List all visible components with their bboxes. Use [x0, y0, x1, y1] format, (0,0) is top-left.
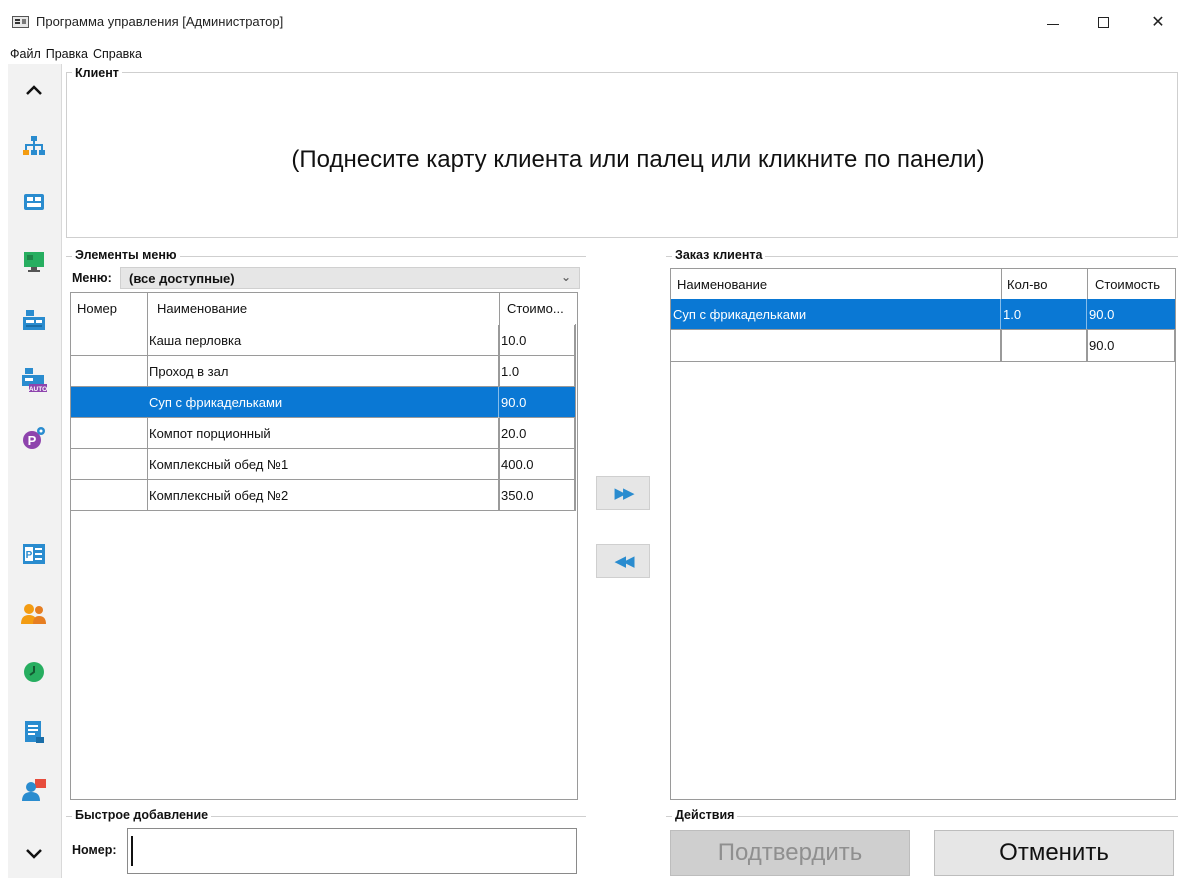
number-label: Номер:	[72, 843, 117, 857]
add-to-order-button[interactable]: ▶▶	[596, 476, 650, 510]
menu-select[interactable]: (все доступные) ⌄	[120, 267, 580, 289]
close-button[interactable]: ✕	[1135, 0, 1178, 44]
column-divider	[575, 324, 576, 511]
column-header-name[interactable]: Наименование	[671, 269, 1001, 300]
quick-add-label: Быстрое добавление	[72, 808, 212, 822]
table-cell-name[interactable]: Комплексный обед №2	[147, 480, 499, 511]
table-cell-name	[671, 330, 1001, 361]
column-header-name[interactable]: Наименование	[147, 293, 499, 324]
remove-from-order-button[interactable]: ◀◀	[596, 544, 650, 578]
column-divider	[1175, 299, 1176, 361]
actions-label: Действия	[672, 808, 738, 822]
users-icon[interactable]	[18, 598, 50, 630]
menu-select-value: (все доступные)	[129, 270, 235, 286]
table-cell-name[interactable]: Каша перловка	[147, 325, 499, 356]
table-cell-name[interactable]: Компот порционный	[147, 418, 499, 449]
close-icon: ✕	[1151, 14, 1165, 31]
table-cell-price[interactable]: 20.0	[499, 418, 575, 449]
table-cell-price[interactable]: 1.0	[499, 356, 575, 387]
auto-register-icon[interactable]: AUTO	[18, 364, 50, 396]
column-header-price[interactable]: Стоимо...	[499, 293, 577, 324]
clock-icon[interactable]	[18, 656, 50, 688]
confirm-button[interactable]: Подтвердить	[670, 830, 910, 876]
menu-select-row: Меню: (все доступные) ⌄	[70, 266, 580, 290]
order-table: Наименование Кол-во Стоимость Суп с фрик…	[670, 268, 1176, 800]
table-cell-name[interactable]: Проход в зал	[147, 356, 499, 387]
table-cell-name[interactable]: Комплексный обед №1	[147, 449, 499, 480]
menu-select-label: Меню:	[72, 271, 112, 285]
reports-p-icon[interactable]: P	[18, 538, 50, 570]
client-label: Клиент	[72, 66, 122, 80]
title-bar: Программа управления [Администратор] ✕	[0, 0, 1178, 44]
chevron-down-icon: ⌄	[560, 270, 571, 284]
svg-text:AUTO: AUTO	[29, 386, 47, 393]
chevron-up-icon[interactable]	[18, 74, 50, 106]
maximize-button[interactable]	[1080, 0, 1126, 44]
text-caret	[131, 836, 133, 866]
column-header-qty[interactable]: Кол-во	[1001, 269, 1087, 300]
double-arrow-left-icon: ◀◀	[614, 553, 634, 570]
app-icon	[12, 16, 29, 28]
settings-p-icon[interactable]: P	[18, 422, 50, 454]
svg-text:P: P	[26, 550, 33, 561]
table-cell-price[interactable]: 400.0	[499, 449, 575, 480]
terminal-icon[interactable]	[18, 246, 50, 278]
chevron-down-icon[interactable]	[18, 838, 50, 870]
maximize-icon	[1097, 16, 1109, 28]
menu-help[interactable]: Справка	[93, 47, 142, 61]
left-toolbar: AUTO P P	[8, 64, 62, 878]
table-cell-price[interactable]: 90.0	[1087, 299, 1175, 330]
menu-items-table: Номер Наименование Стоимо... Каша перлов…	[70, 292, 578, 800]
number-input[interactable]	[127, 828, 577, 874]
support-icon[interactable]	[18, 774, 50, 806]
svg-text:P: P	[28, 433, 37, 448]
client-prompt: (Поднесите карту клиента или палец или к…	[291, 146, 985, 173]
cancel-button[interactable]: Отменить	[934, 830, 1174, 876]
row-divider	[671, 361, 1175, 362]
order-label: Заказ клиента	[672, 248, 766, 262]
document-icon[interactable]	[18, 716, 50, 748]
table-cell-name[interactable]: Суп с фрикадельками	[147, 387, 499, 418]
table-cell-qty[interactable]: 1.0	[1001, 299, 1087, 330]
order-total: 90.0	[1087, 330, 1175, 361]
column-header-price[interactable]: Стоимость	[1087, 269, 1175, 300]
window-title: Программа управления [Администратор]	[36, 14, 284, 29]
menu-file[interactable]: Файл	[10, 47, 41, 61]
minimize-button[interactable]	[1030, 0, 1076, 44]
double-arrow-right-icon: ▶▶	[614, 485, 634, 502]
column-header-number[interactable]: Номер	[71, 293, 147, 324]
table-cell-name[interactable]: Суп с фрикадельками	[671, 299, 1001, 330]
cash-register-icon[interactable]	[18, 304, 50, 336]
minimize-icon	[1047, 23, 1059, 25]
menu-elements-label: Элементы меню	[72, 248, 180, 262]
table-cell-price[interactable]: 350.0	[499, 480, 575, 511]
menu-edit[interactable]: Правка	[46, 47, 88, 61]
table-cell-price[interactable]: 90.0	[499, 387, 575, 418]
menu-editor-icon[interactable]	[18, 186, 50, 218]
table-cell-qty	[1001, 330, 1087, 361]
table-cell-price[interactable]: 10.0	[499, 325, 575, 356]
menu-bar: Файл Правка Справка	[0, 44, 1178, 64]
